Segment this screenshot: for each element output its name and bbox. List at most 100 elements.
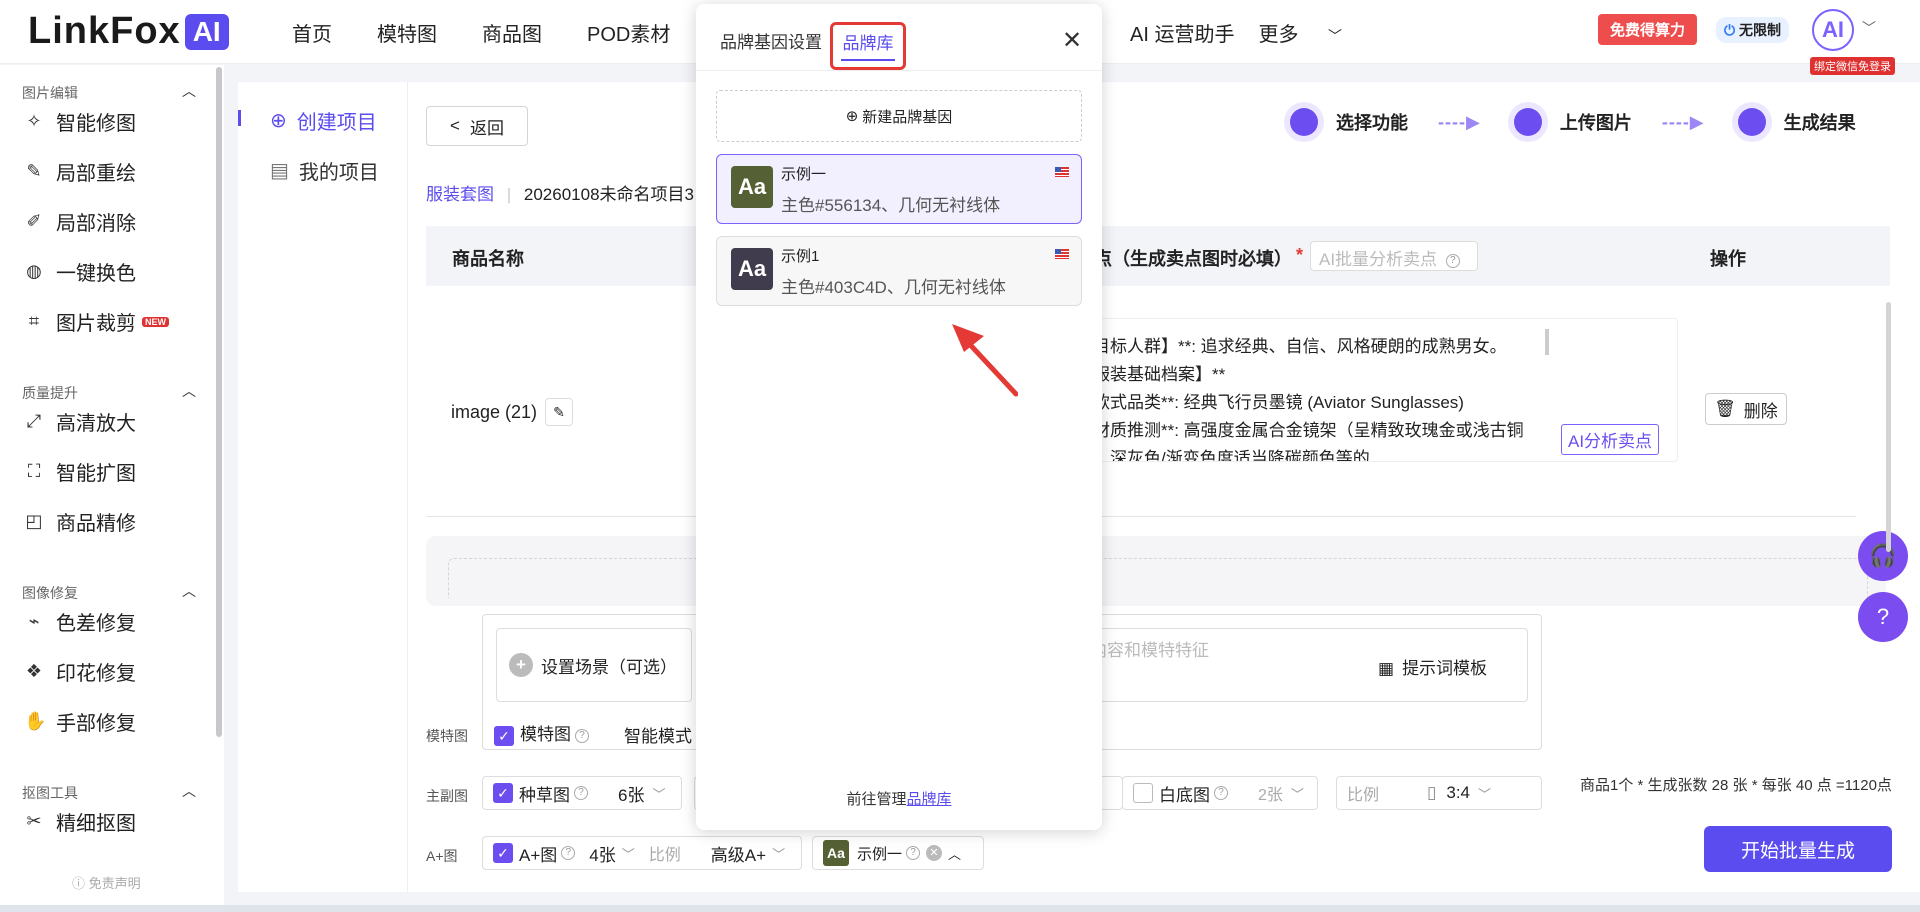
tab-brand-library[interactable]: 品牌库 [830,22,906,70]
sidebar-item-hand-fix[interactable]: ✋ 手部修复 [24,707,136,736]
help-icon[interactable]: ? [1214,786,1228,800]
nav-more[interactable]: 更多 ﹀ [1258,18,1366,47]
sidebar-item-inpaint[interactable]: ✎ 局部重绘 [24,157,136,186]
help-icon[interactable]: ? [1445,253,1460,268]
model-image-checkbox[interactable]: ✓ 模特图? [494,720,589,746]
disclaimer-label: 免责声明 [88,876,141,891]
checkbox-unchecked-icon [1133,783,1153,803]
seeding-image-option[interactable]: ✓ 种草图? 6张 ﹀ [482,776,682,810]
sidebar-item-print-fix[interactable]: ❖ 印花修复 [24,657,136,686]
bind-wechat-tag[interactable]: 绑定微信免登录 [1810,57,1895,75]
us-flag-icon [1055,249,1069,259]
prompt-placeholder: 内容和模特特征 [1090,641,1209,660]
divider [426,516,1856,517]
clear-icon[interactable]: ✕ [926,845,943,861]
brand-font-icon: Aa [731,166,773,208]
unlimited-badge[interactable]: ⏻ 无限制 [1716,17,1789,43]
avatar-chevron-icon[interactable]: ﹀ [1862,18,1876,38]
linkfox-logo[interactable]: LinkFox AI [28,10,229,53]
sidebar-item-color-fix[interactable]: ⌁ 色差修复 [24,607,136,636]
back-button[interactable]: < 返回 [426,106,528,146]
sidebar-group-quality: 质量提升 [22,385,78,401]
brand-card-2[interactable]: Aa 示例1 主色#403C4D、几何无衬线体 [716,236,1082,306]
white-label: 白底图 [1159,785,1210,805]
smart-mode-label[interactable]: 智能模式 [624,722,692,747]
chevron-up-icon[interactable]: ︿ [948,844,961,863]
sidebar-item-recolor[interactable]: ◍ 一键换色 [24,257,136,286]
breadcrumb: 服装套图 | 20260108未命名项目3 [426,180,694,205]
step-select-function: 选择功能 [1336,113,1408,133]
ai-batch-analyze-input[interactable]: AI批量分析卖点 ? [1310,241,1478,271]
edit-icon[interactable]: ✎ [545,398,574,426]
help-icon[interactable]: ? [906,846,921,860]
manage-library-link[interactable]: 品牌库 [907,791,952,808]
ai-analyze-selling-points-button[interactable]: AI分析卖点 [1561,424,1660,455]
disclaimer-link[interactable]: ⓘ 免责声明 [72,873,141,892]
eraser-icon: ✐ [26,211,42,231]
info-icon: ⓘ [72,876,86,891]
row-label-model: 模特图 [426,728,468,744]
sidebar-item-fine-cutout[interactable]: ✂ 精细抠图 [24,807,136,836]
chevron-up-icon[interactable]: ︿ [182,781,196,801]
brand-font-icon: Aa [731,248,773,290]
delete-label: 删除 [1743,401,1778,421]
close-icon[interactable]: ✕ [1062,26,1082,55]
nav-product-image[interactable]: 商品图 [482,18,542,47]
upload-dropzone[interactable] [448,558,1868,598]
set-scene-button[interactable]: + 设置场景（可选） [496,628,692,702]
sidebar-item-crop[interactable]: ⌗ 图片裁剪 NEW [24,307,169,336]
sidebar-item-label: 智能扩图 [56,463,136,485]
nav-home[interactable]: 首页 [292,18,332,47]
back-label: 返回 [469,118,504,138]
nav-create-project[interactable]: ⊕ 创建项目 [270,106,377,135]
sidebar-item-erase[interactable]: ✐ 局部消除 [24,207,136,236]
plus-circle-icon: ⊕ [270,110,287,132]
sidebar-item-product-refine[interactable]: ◰ 商品精修 [24,507,136,536]
free-credits-button[interactable]: 免费得算力 [1598,14,1698,45]
sidebar-item-outpaint[interactable]: ⛶ 智能扩图 [24,457,136,486]
ratio-select[interactable]: 比例 ▯ 3:4 ﹀ [1336,776,1542,810]
tab-brand-gene-settings[interactable]: 品牌基因设置 [720,28,822,53]
aplus-label: A+图 [519,845,558,865]
headset-icon[interactable]: 🎧 [1858,531,1908,581]
sidebar-item-smart-retouch[interactable]: ✧ 智能修图 [24,107,136,136]
textarea-scrollbar[interactable] [1545,329,1549,355]
new-badge: NEW [142,316,169,327]
sidebar-scrollbar[interactable] [216,67,222,737]
prompt-template-button[interactable]: ▦ 提示词模板 [1378,654,1487,679]
chevron-up-icon[interactable]: ︿ [182,381,196,401]
refine-icon: ◰ [25,511,43,531]
start-batch-generate-button[interactable]: 开始批量生成 [1704,826,1892,872]
help-icon[interactable]: ? [574,786,588,800]
user-avatar[interactable]: AI [1812,9,1854,51]
checkbox-checked-icon: ✓ [494,725,514,746]
aplus-option[interactable]: ✓ A+图? 4张 ﹀ 比例 高级A+ ﹀ [482,836,802,870]
dropper-icon: ⌁ [28,611,40,631]
breadcrumb-category[interactable]: 服装套图 [426,185,494,204]
sell-line: 目标人群】**: 追求经典、自信、风格硬朗的成熟男女。 [1093,337,1507,356]
page-scrollbar[interactable] [1886,302,1891,552]
sidebar-item-upscale[interactable]: ⤢ 高清放大 [24,407,136,436]
white-bg-option[interactable]: 白底图? 2张 ﹀ [1122,776,1318,810]
chevron-up-icon[interactable]: ︿ [182,81,196,101]
plus-icon: + [509,653,533,677]
wand-icon: ✧ [26,111,42,131]
help-icon[interactable]: ? [561,846,576,860]
chevron-up-icon[interactable]: ︿ [182,581,196,601]
nav-more-label: 更多 [1258,24,1299,46]
new-brand-gene-button[interactable]: ⊕ 新建品牌基因 [716,90,1082,142]
nav-model-image[interactable]: 模特图 [377,18,437,47]
col-selling-points: 点（生成卖点图时必填） [1094,249,1292,269]
brand-card-1[interactable]: Aa 示例一 主色#556134、几何无衬线体 [716,154,1082,224]
aplus-count: 4张 [589,845,616,865]
row-label-aplus: A+图 [426,848,458,864]
nav-my-projects[interactable]: ▤ 我的项目 [270,156,379,185]
help-icon[interactable]: ? [575,728,589,743]
expand-icon: ⤢ [26,411,42,431]
help-circle-icon[interactable]: ? [1858,592,1908,642]
delete-button[interactable]: 🗑 删除 [1705,393,1787,425]
nav-pod-assets[interactable]: POD素材 [587,18,670,47]
brand-select[interactable]: Aa 示例一? ✕ ︿ [812,836,984,870]
col-product-name: 商品名称 [452,249,524,269]
nav-ai-assistant[interactable]: AI 运营助手 [1130,18,1234,47]
